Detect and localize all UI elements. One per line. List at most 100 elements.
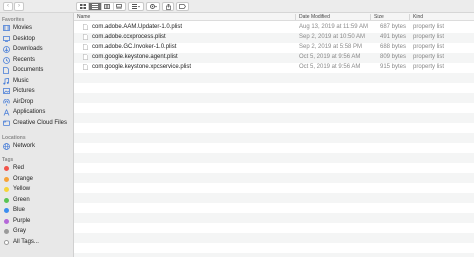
- sidebar-tag-purple[interactable]: Purple: [2, 216, 72, 226]
- sidebar-item-music[interactable]: Music: [2, 76, 72, 86]
- list-icon: [91, 4, 98, 9]
- sidebar-item-recents[interactable]: Recents: [2, 55, 72, 65]
- file-size: 687 bytes: [380, 24, 407, 30]
- network-icon: [2, 142, 10, 150]
- gallery-icon: [116, 4, 123, 9]
- file-name: com.google.keystone.agent.plist: [92, 54, 178, 60]
- file-kind: property list: [413, 54, 445, 60]
- sidebar-tag-blue[interactable]: Blue: [2, 205, 72, 215]
- document-icon: [83, 54, 88, 62]
- chevron-left-icon: ‹: [7, 3, 9, 9]
- file-list: Name Date Modified Size Kind com.adobe.A…: [74, 13, 474, 257]
- sidebar-item-label: Green: [13, 197, 30, 203]
- empty-row: [74, 173, 474, 183]
- sidebar-item-pictures[interactable]: Pictures: [2, 86, 72, 96]
- sidebar-item-label: Recents: [13, 57, 36, 63]
- empty-row: [74, 153, 474, 163]
- empty-row: [74, 93, 474, 103]
- sidebar-item-label: Creative Cloud Files: [13, 120, 68, 126]
- pictures-icon: [2, 88, 10, 95]
- document-icon: [83, 44, 88, 52]
- column-divider: [295, 14, 296, 20]
- sidebar-item-documents[interactable]: Documents: [2, 65, 72, 75]
- sidebar-item-label: Pictures: [13, 88, 35, 94]
- column-kind-header[interactable]: Kind: [413, 14, 423, 20]
- sidebar-tag-green[interactable]: Green: [2, 195, 72, 205]
- group-by-button[interactable]: [128, 2, 144, 11]
- sidebar-item-label: Desktop: [13, 36, 36, 42]
- green-tag-icon: [4, 197, 9, 203]
- sidebar-item-label: Red: [13, 165, 25, 171]
- airdrop-icon: [2, 98, 10, 106]
- sidebar-item-network[interactable]: Network: [2, 141, 72, 151]
- file-name: com.adobe.GC.Invoker-1.0.plist: [92, 44, 177, 50]
- table-row[interactable]: com.adobe.ccxprocess.plist Sep 2, 2019 a…: [74, 33, 474, 43]
- empty-row: [74, 133, 474, 143]
- share-icon: [165, 3, 171, 10]
- view-mode-selector[interactable]: [76, 2, 126, 11]
- list-view-button[interactable]: [89, 3, 102, 10]
- sidebar-item-label: Network: [13, 143, 36, 149]
- icon-view-button[interactable]: [77, 3, 90, 10]
- share-button[interactable]: [162, 2, 174, 11]
- sidebar-item-applications[interactable]: Applications: [2, 107, 72, 117]
- file-date: Sep 2, 2019 at 10:50 AM: [299, 34, 366, 40]
- sidebar-item-label: Documents: [13, 67, 44, 73]
- sidebar-item-label: Purple: [13, 218, 31, 224]
- document-icon: [83, 64, 88, 72]
- recents-icon: [2, 56, 10, 64]
- column-name-header[interactable]: Name: [77, 14, 90, 20]
- column-view-button[interactable]: [102, 3, 114, 10]
- file-size: 915 bytes: [380, 64, 407, 70]
- file-size: 491 bytes: [380, 34, 407, 40]
- forward-button[interactable]: ›: [14, 2, 24, 11]
- tag-icon: [179, 4, 186, 9]
- sidebar-item-label: Downloads: [13, 46, 43, 52]
- downloads-icon: [2, 45, 10, 53]
- column-size-header[interactable]: Size: [374, 14, 384, 20]
- empty-row: [74, 193, 474, 203]
- sidebar-item-downloads[interactable]: Downloads: [2, 44, 72, 54]
- sidebar-item-airdrop[interactable]: AirDrop: [2, 97, 72, 107]
- sidebar-all-tags[interactable]: All Tags...: [2, 237, 72, 247]
- creative-cloud-icon: [2, 120, 10, 127]
- empty-row: [74, 113, 474, 123]
- all-tags-icon: [4, 239, 9, 245]
- sidebar-item-label: AirDrop: [13, 99, 34, 105]
- grid-icon: [79, 4, 86, 9]
- gallery-view-button[interactable]: [114, 3, 125, 10]
- gray-tag-icon: [4, 228, 9, 234]
- file-date: Oct 5, 2019 at 9:56 AM: [299, 64, 361, 70]
- back-button[interactable]: ‹: [3, 2, 13, 11]
- action-button[interactable]: [146, 2, 160, 11]
- tags-button[interactable]: [176, 2, 189, 11]
- table-row[interactable]: com.adobe.GC.Invoker-1.0.plist Sep 2, 20…: [74, 43, 474, 53]
- orange-tag-icon: [4, 176, 9, 182]
- sidebar-tag-red[interactable]: Red: [2, 163, 72, 173]
- sidebar-item-label: Music: [13, 78, 29, 84]
- column-divider: [370, 14, 371, 20]
- sidebar-item-desktop[interactable]: Desktop: [2, 34, 72, 44]
- table-row[interactable]: com.google.keystone.agent.plist Oct 5, 2…: [74, 53, 474, 63]
- file-date: Oct 5, 2019 at 9:56 AM: [299, 54, 361, 60]
- table-row[interactable]: com.google.keystone.xpcservice.plist Oct…: [74, 63, 474, 73]
- yellow-tag-icon: [4, 186, 9, 192]
- column-date-header[interactable]: Date Modified: [299, 14, 330, 20]
- sidebar-item-label: Gray: [13, 228, 27, 234]
- column-header: Name Date Modified Size Kind: [74, 13, 474, 21]
- documents-icon: [2, 66, 10, 74]
- table-row[interactable]: com.adobe.AAM.Updater-1.0.plist Aug 13, …: [74, 23, 474, 33]
- movies-icon: [2, 25, 10, 32]
- sidebar-tag-orange[interactable]: Orange: [2, 174, 72, 184]
- group-icon: [132, 4, 140, 9]
- chevron-right-icon: ›: [18, 3, 20, 9]
- red-tag-icon: [4, 165, 9, 171]
- sidebar: Favorites Movies Desktop Downloads Recen…: [0, 13, 74, 257]
- sidebar-item-movies[interactable]: Movies: [2, 23, 72, 33]
- sidebar-item-creative-cloud-files[interactable]: Creative Cloud Files: [2, 118, 72, 128]
- gear-icon: [149, 4, 157, 9]
- sidebar-tag-gray[interactable]: Gray: [2, 226, 72, 236]
- sidebar-item-label: Orange: [13, 176, 34, 182]
- sidebar-tag-yellow[interactable]: Yellow: [2, 184, 72, 194]
- sidebar-item-label: Applications: [13, 109, 46, 115]
